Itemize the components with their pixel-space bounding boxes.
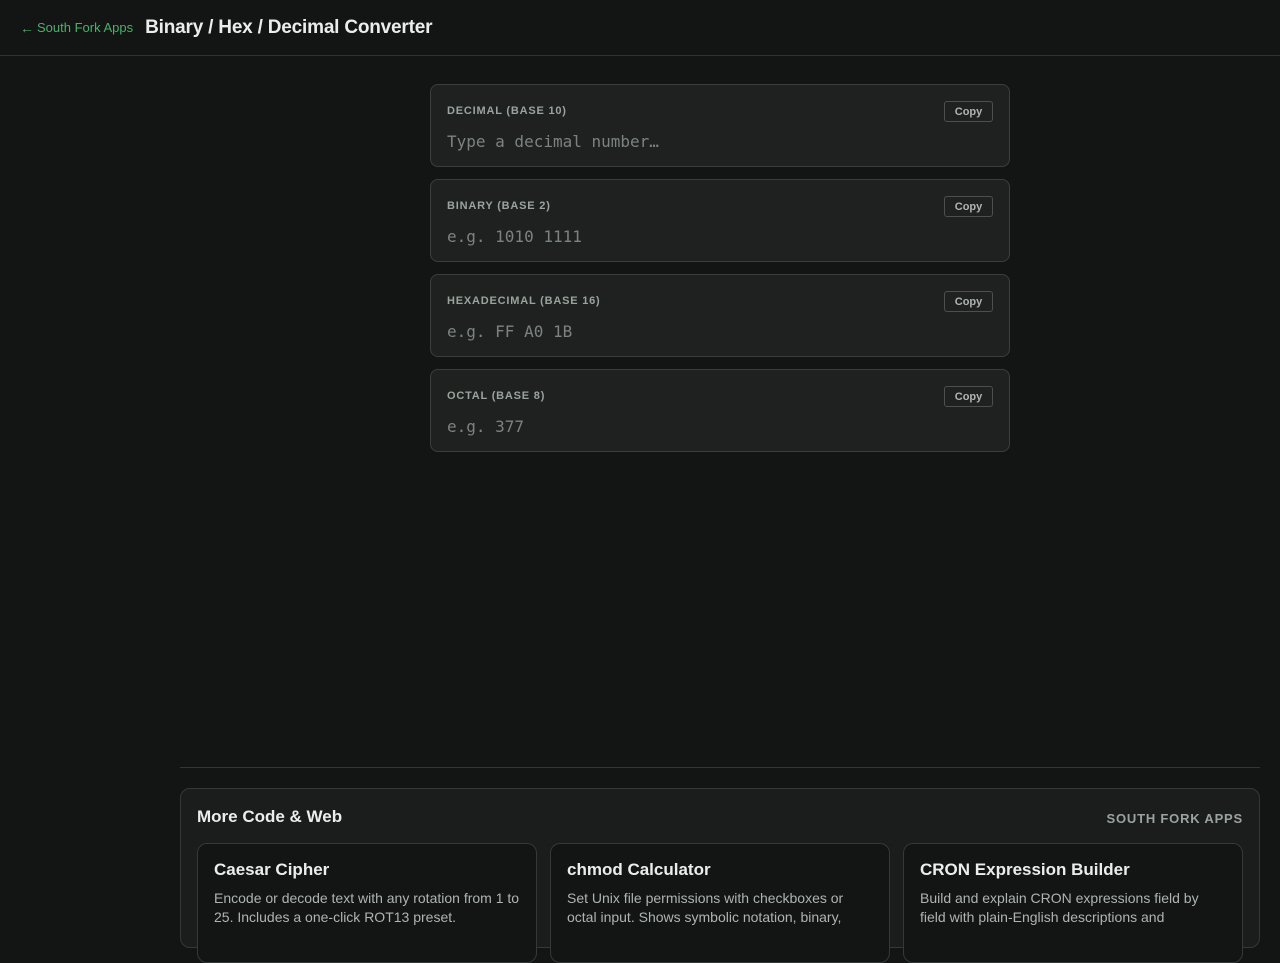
binary-label: BINARY (BASE 2) [447,200,551,212]
tool-card-description: Encode or decode text with any rotation … [214,890,520,925]
octal-label: OCTAL (BASE 8) [447,390,546,402]
back-link[interactable]: ← South Fork Apps [20,20,133,36]
tool-card-caesar-cipher[interactable]: Caesar Cipher Encode or decode text with… [197,843,537,963]
binary-copy-button[interactable]: Copy [944,196,993,217]
back-link-label: South Fork Apps [37,20,134,35]
octal-input[interactable] [447,413,987,439]
decimal-field: DECIMAL (BASE 10) Copy [430,84,1010,167]
hexadecimal-label: HEXADECIMAL (BASE 16) [447,295,601,307]
decimal-input[interactable] [447,128,987,154]
tool-card-chmod-calculator[interactable]: chmod Calculator Set Unix file permissio… [550,843,890,963]
brand-label[interactable]: SOUTH FORK APPS [1107,811,1243,826]
binary-field: BINARY (BASE 2) Copy [430,179,1010,262]
more-tools-panel: More Code & Web SOUTH FORK APPS Caesar C… [180,788,1260,963]
back-arrow-icon: ← [20,19,34,36]
tool-card-description: Set Unix file permissions with checkboxe… [567,890,844,925]
tool-card-title: chmod Calculator [567,860,711,879]
more-tools-title: More Code & Web [197,807,343,826]
binary-input[interactable] [447,223,987,249]
tool-card-title: CRON Expression Builder [920,860,1130,879]
hexadecimal-input[interactable] [447,318,987,344]
top-bar: ← South Fork Apps Binary / Hex / Decimal… [0,0,1280,56]
converter-fields: DECIMAL (BASE 10) Copy BINARY (BASE 2) C… [430,84,1010,464]
hexadecimal-field: HEXADECIMAL (BASE 16) Copy [430,274,1010,357]
octal-field: OCTAL (BASE 8) Copy [430,369,1010,452]
page-title: Binary / Hex / Decimal Converter [145,16,433,38]
tool-card-title: Caesar Cipher [214,860,330,879]
decimal-label: DECIMAL (BASE 10) [447,105,567,117]
hexadecimal-copy-button[interactable]: Copy [944,291,993,312]
octal-copy-button[interactable]: Copy [944,386,993,407]
tool-card-description: Build and explain CRON expressions field… [920,890,1199,925]
section-divider [180,767,1260,768]
decimal-copy-button[interactable]: Copy [944,101,993,122]
tool-card-cron-builder[interactable]: CRON Expression Builder Build and explai… [903,843,1243,963]
